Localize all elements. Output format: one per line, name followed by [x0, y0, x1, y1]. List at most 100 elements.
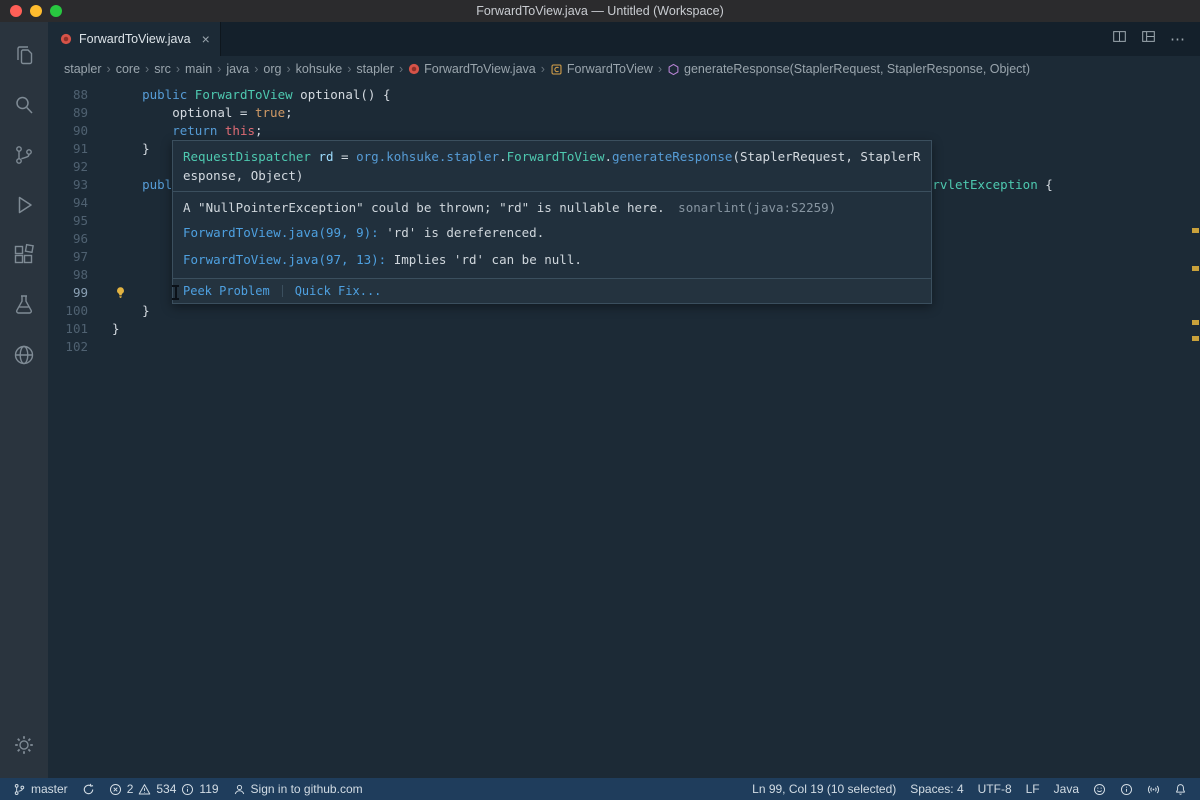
titlebar: ForwardToView.java — Untitled (Workspace… [0, 0, 1200, 22]
zoom-button[interactable] [50, 5, 62, 17]
breadcrumb-item-1[interactable]: stapler [64, 62, 102, 76]
symbol-class-icon [550, 63, 563, 76]
code-token: ForwardToView [195, 87, 293, 102]
tab-forwardtoview[interactable]: ForwardToView.java × [48, 22, 221, 56]
code-line-89[interactable]: 89 optional = true; [48, 104, 1200, 122]
breadcrumb-separator: › [254, 62, 258, 76]
hover-related: ForwardToView.java(99, 9): 'rd' is deref… [173, 216, 931, 273]
breadcrumb-separator: › [107, 62, 111, 76]
git-branch-icon [13, 783, 26, 796]
run-debug-icon [12, 193, 36, 217]
branch-status-item[interactable]: master [6, 778, 75, 800]
toggle-layout-button[interactable] [1141, 29, 1156, 49]
code-line-102[interactable]: 102 [48, 338, 1200, 356]
activity-bar [0, 22, 48, 778]
code-line-100[interactable]: 100 } [48, 302, 1200, 320]
selection-label: Ln 99, Col 19 (10 selected) [752, 782, 896, 796]
activity-bar-bottom [0, 720, 48, 778]
encoding-status-item[interactable]: UTF-8 [971, 778, 1019, 800]
problems-status-item[interactable]: 2534119 [102, 778, 226, 800]
activitybar-search[interactable] [0, 80, 48, 130]
code-token [112, 177, 142, 192]
eol-status-item[interactable]: LF [1019, 778, 1047, 800]
breadcrumb-separator: › [145, 62, 149, 76]
code-token: this [225, 123, 255, 138]
line-number: 91 [48, 140, 88, 158]
activity-bar-top [0, 30, 48, 380]
traffic-lights [10, 5, 62, 17]
mouse-ibeam-cursor [171, 285, 180, 300]
minimize-button[interactable] [30, 5, 42, 17]
account-icon [233, 783, 246, 796]
code-text: } [112, 302, 150, 320]
breadcrumb-item-2[interactable]: core [116, 62, 140, 76]
activitybar-manage[interactable] [0, 720, 48, 770]
indentation-status-item[interactable]: Spaces: 4 [903, 778, 970, 800]
line-number: 100 [48, 302, 88, 320]
activitybar-github[interactable] [0, 330, 48, 380]
breadcrumb-item-3[interactable]: src [154, 62, 171, 76]
activitybar-run-debug[interactable] [0, 180, 48, 230]
line-number: 101 [48, 320, 88, 338]
tab-label: ForwardToView.java [79, 32, 191, 46]
quick-fix-action[interactable]: Quick Fix... [295, 284, 382, 298]
warning-mark-2 [1192, 266, 1199, 271]
feedback-status-item[interactable] [1086, 778, 1113, 800]
split-editor-icon [1112, 29, 1127, 49]
breadcrumb-item-6[interactable]: org [263, 62, 281, 76]
code-token [112, 87, 142, 102]
peek-problem-action[interactable]: Peek Problem [183, 284, 270, 298]
breadcrumb-item-9[interactable]: ForwardToView.java [408, 62, 536, 76]
breadcrumb-item-4[interactable]: main [185, 62, 212, 76]
code-token: return [172, 123, 217, 138]
extensions-icon [12, 243, 36, 267]
github-icon [12, 343, 36, 367]
tab-close-icon[interactable]: × [202, 31, 210, 47]
tab-bar: ForwardToView.java × ⋯ [48, 22, 1200, 56]
encoding-label: UTF-8 [978, 782, 1012, 796]
activitybar-extensions[interactable] [0, 230, 48, 280]
activitybar-explorer[interactable] [0, 30, 48, 80]
code-text: optional = true; [112, 104, 293, 122]
error-icon [109, 783, 122, 796]
warning-mark-3 [1192, 320, 1199, 325]
sync-status-item[interactable] [75, 778, 102, 800]
code-area[interactable]: 88 public ForwardToView optional() {89 o… [48, 82, 1200, 778]
github-signin-status-item[interactable]: Sign in to github.com [226, 778, 370, 800]
related-location-link[interactable]: ForwardToView.java(97, 13): [183, 252, 386, 267]
split-editor-button[interactable] [1112, 29, 1127, 49]
language-mode-status-item[interactable]: Java [1047, 778, 1086, 800]
close-button[interactable] [10, 5, 22, 17]
code-token: ; [285, 105, 293, 120]
hover-related-line-1: ForwardToView.java(99, 9): 'rd' is deref… [173, 219, 931, 246]
breadcrumb-separator: › [287, 62, 291, 76]
lightbulb-icon[interactable] [114, 286, 127, 299]
code-token: } [112, 321, 120, 336]
line-number: 90 [48, 122, 88, 140]
code-token: } [112, 303, 150, 318]
breadcrumb-separator: › [541, 62, 545, 76]
code-line-88[interactable]: 88 public ForwardToView optional() { [48, 86, 1200, 104]
breadcrumb-item-8[interactable]: stapler [356, 62, 394, 76]
related-location-link[interactable]: ForwardToView.java(99, 9): [183, 225, 379, 240]
related-text: 'rd' is dereferenced. [379, 225, 545, 240]
hover-source: sonarlint(java:S2259) [678, 200, 836, 215]
breadcrumb-item-7[interactable]: kohsuke [296, 62, 343, 76]
ports-status-item[interactable] [1140, 778, 1167, 800]
breadcrumb-label: main [185, 62, 212, 76]
breadcrumb-label: org [263, 62, 281, 76]
more-actions-button[interactable]: ⋯ [1170, 30, 1186, 48]
line-number: 99 [48, 284, 88, 302]
activitybar-source-control[interactable] [0, 130, 48, 180]
selection-status-item[interactable]: Ln 99, Col 19 (10 selected) [745, 778, 903, 800]
info-item-status-item[interactable] [1113, 778, 1140, 800]
code-line-90[interactable]: 90 return this; [48, 122, 1200, 140]
broadcast-icon [1147, 783, 1160, 796]
code-line-101[interactable]: 101} [48, 320, 1200, 338]
activitybar-testing[interactable] [0, 280, 48, 330]
notifications-status-item[interactable] [1167, 778, 1194, 800]
breadcrumb-item-10[interactable]: ForwardToView [550, 62, 653, 76]
breadcrumb-item-11[interactable]: generateResponse(StaplerRequest, Stapler… [667, 62, 1030, 76]
breadcrumb-separator: › [176, 62, 180, 76]
breadcrumb-item-5[interactable]: java [226, 62, 249, 76]
